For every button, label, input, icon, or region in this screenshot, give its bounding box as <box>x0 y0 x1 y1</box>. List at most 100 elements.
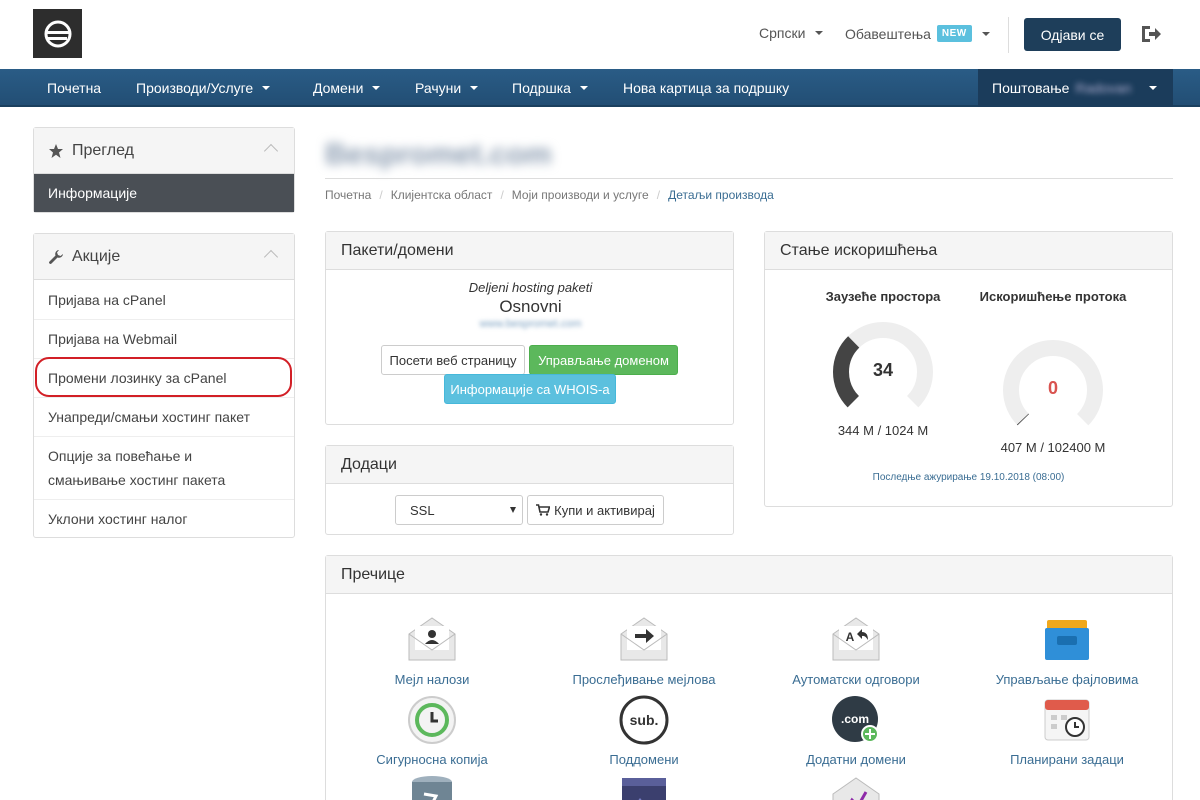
shortcut-label: Управљање фајловима <box>995 672 1139 687</box>
nav-label: Производи/Услуге <box>136 80 254 96</box>
sidebar-item-label: Пријава на Webmail <box>48 331 178 347</box>
shortcut-partial[interactable] <box>544 774 744 800</box>
nav-item-products[interactable]: Производи/Услуге <box>136 69 271 107</box>
greeting-label: Поштовање <box>992 80 1070 96</box>
breadcrumb-current: Детаљи производа <box>668 188 774 202</box>
nav-label: Домени <box>313 80 364 96</box>
logout-button[interactable]: Одјави се <box>1024 18 1121 51</box>
shortcut-partial[interactable] <box>332 774 532 800</box>
sidebar-item-webmail-login[interactable]: Пријава на Webmail <box>34 319 294 358</box>
svg-text:.com: .com <box>841 712 869 726</box>
addon-select-value: SSL <box>410 502 435 518</box>
autoresponder-icon: A <box>832 617 880 661</box>
mail-accounts-icon <box>408 617 456 661</box>
breadcrumb-client-area[interactable]: Клијентска област <box>391 188 493 202</box>
disk-usage-value: 34 <box>873 360 893 380</box>
sidebar-item-upgrade-options[interactable]: Опције за повећање и смањивање хостинг п… <box>34 436 294 499</box>
title-divider <box>325 178 1173 179</box>
chevron-down-icon <box>372 86 381 90</box>
chevron-down-icon <box>981 31 990 36</box>
top-header: Српски Обавештења NEW Одјави се <box>0 0 1200 69</box>
shortcut-subdomains[interactable]: sub. Поддомени <box>544 694 744 767</box>
main-navbar: Почетна Производи/Услуге Домени Рачуни П… <box>0 69 1200 107</box>
shortcut-addon-domains[interactable]: .com Додатни домени <box>756 694 956 767</box>
chevron-down-icon <box>510 507 516 513</box>
shortcut-label: Додатни домени <box>806 752 906 767</box>
chevron-up-icon[interactable] <box>263 143 279 159</box>
disk-usage-gauge: 34 <box>833 322 933 408</box>
notifications-label: Обавештења <box>845 25 931 42</box>
sidebar-item-upgrade-downgrade[interactable]: Унапреди/смањи хостинг пакет <box>34 397 294 436</box>
shortcut-partial[interactable] <box>756 774 956 800</box>
visit-website-button[interactable]: Посети веб страницу <box>381 345 525 375</box>
sidebar-overview-header[interactable]: Преглед <box>34 128 294 174</box>
nav-item-home[interactable]: Почетна <box>47 69 101 107</box>
star-icon <box>49 143 63 158</box>
logo[interactable] <box>33 9 82 58</box>
nav-label: Рачуни <box>415 80 462 96</box>
cart-icon <box>536 504 551 516</box>
sidebar-actions-header[interactable]: Акције <box>34 234 294 280</box>
shortcut-autoresponders[interactable]: A Аутоматски одговори <box>756 614 956 687</box>
shortcut-label: Планирани задаци <box>1010 752 1124 767</box>
shortcuts-panel: Пречице Мејл налози Прослеђивање мејлова… <box>325 555 1173 800</box>
page-title: Bespromet.com <box>325 138 552 171</box>
nav-label: Подршка <box>512 80 571 96</box>
wrench-icon <box>49 249 63 264</box>
chevron-down-icon <box>470 86 479 90</box>
last-updated: Последње ажурирање 19.10.2018 (08:00) <box>872 472 1065 483</box>
sidebar-item-information[interactable]: Информације <box>34 174 294 212</box>
sign-out-icon[interactable] <box>1140 24 1162 44</box>
addon-select[interactable]: SSL <box>395 495 523 525</box>
sidebar-actions-title: Акције <box>72 247 121 265</box>
bandwidth-usage-title: Искоришћење протока <box>979 289 1127 304</box>
breadcrumb-my-products[interactable]: Моји производи и услуге <box>512 188 649 202</box>
user-menu[interactable]: Поштовање Radovan <box>978 69 1173 107</box>
shortcut-mail-forwarding[interactable]: Прослеђивање мејлова <box>544 614 744 687</box>
shortcut-label: Мејл налози <box>394 672 470 687</box>
gauge-fill <box>1016 413 1030 426</box>
nav-item-domains[interactable]: Домени <box>313 69 381 107</box>
chevron-up-icon[interactable] <box>263 249 279 265</box>
sidebar-item-cpanel-login[interactable]: Пријава на cPanel <box>34 280 294 319</box>
notifications-dropdown[interactable]: Обавештења NEW <box>845 25 990 42</box>
sidebar-overview-title: Преглед <box>72 141 134 159</box>
shortcut-backup[interactable]: Сигурносна копија <box>332 694 532 767</box>
nav-item-new-ticket[interactable]: Нова картица за подршку <box>623 69 789 107</box>
package-domain[interactable]: www.bespromet.com <box>326 318 735 330</box>
header-divider <box>1008 17 1009 53</box>
nav-item-invoices[interactable]: Рачуни <box>415 69 479 107</box>
shortcut-mail-accounts[interactable]: Мејл налози <box>332 614 532 687</box>
statistics-icon <box>832 777 880 800</box>
addons-panel: Додаци SSL Купи и активирај <box>325 445 734 535</box>
shortcut-cron-jobs[interactable]: Планирани задаци <box>967 694 1167 767</box>
notifications-badge: NEW <box>936 25 972 42</box>
buy-activate-button[interactable]: Купи и активирај <box>527 495 664 525</box>
chevron-down-icon <box>262 86 271 90</box>
sidebar-item-label: Информације <box>48 185 138 201</box>
bandwidth-usage-gauge: 0 <box>1003 340 1103 426</box>
sidebar-item-label: Унапреди/смањи хостинг пакет <box>48 409 250 425</box>
breadcrumb-home[interactable]: Почетна <box>325 188 371 202</box>
buy-activate-label: Купи и активирај <box>554 502 655 518</box>
manage-domain-button[interactable]: Управљање доменом <box>529 345 678 375</box>
addon-domain-icon: .com <box>832 696 879 743</box>
breadcrumb: Почетна / Клијентска област / Моји произво… <box>325 188 774 202</box>
sidebar-item-label: Пријава на cPanel <box>48 291 166 308</box>
user-name: Radovan <box>1075 80 1132 96</box>
sidebar-item-label: Опције за повећање и смањивање хостинг п… <box>48 448 226 488</box>
database-icon <box>412 776 452 800</box>
language-dropdown[interactable]: Српски <box>759 25 824 41</box>
breadcrumb-separator: / <box>379 188 383 202</box>
bandwidth-usage-value: 0 <box>1048 378 1058 398</box>
breadcrumb-separator: / <box>500 188 504 202</box>
nav-item-support[interactable]: Подршка <box>512 69 588 107</box>
sidebar-item-cancel-account[interactable]: Уклони хостинг налог <box>34 499 294 538</box>
gauge-fill <box>833 336 860 408</box>
shortcut-file-manager[interactable]: Управљање фајловима <box>967 614 1167 687</box>
language-label: Српски <box>759 25 806 41</box>
sidebar-overview-panel: Преглед Информације <box>33 127 295 213</box>
package-category: Deljeni hosting paketi <box>468 280 593 295</box>
whois-info-button[interactable]: Информације са WHOIS-a <box>444 374 616 404</box>
shortcuts-panel-title: Пречице <box>326 556 1172 594</box>
